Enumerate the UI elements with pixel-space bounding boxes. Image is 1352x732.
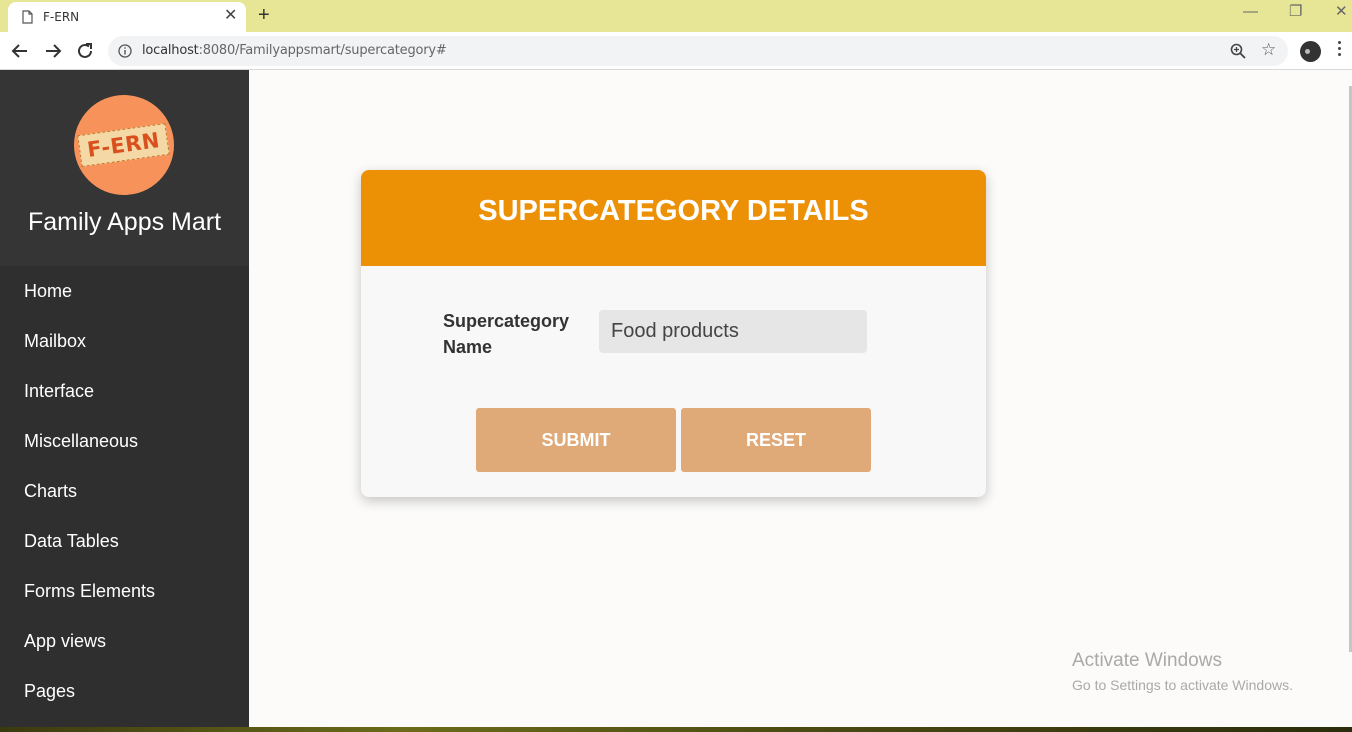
- browser-tab[interactable]: F-ERN ✕: [8, 2, 246, 32]
- reload-button[interactable]: [72, 38, 98, 64]
- forward-arrow-icon: [46, 44, 62, 58]
- tab-close-icon[interactable]: ✕: [224, 8, 237, 24]
- supercategory-form-card: SUPERCATEGORY DETAILS Supercategory Name…: [361, 170, 986, 497]
- sidebar-item-home[interactable]: Home: [0, 266, 249, 316]
- supercategory-name-input[interactable]: [599, 310, 867, 353]
- supercategory-name-label: Supercategory Name: [443, 311, 570, 357]
- url-host: localhost: [142, 43, 199, 58]
- url-path: :8080/Familyappsmart/supercategory#: [198, 43, 447, 58]
- brand-name: Family Apps Mart: [27, 208, 222, 236]
- url-text[interactable]: localhost:8080/Familyappsmart/supercateg…: [142, 43, 447, 58]
- card-header: SUPERCATEGORY DETAILS: [361, 170, 986, 266]
- back-button[interactable]: [7, 38, 33, 64]
- activate-windows-watermark: Activate Windows Go to Settings to activ…: [1072, 650, 1293, 693]
- address-bar[interactable]: localhost:8080/Familyappsmart/supercateg…: [108, 36, 1288, 66]
- sidebar-item-charts[interactable]: Charts: [0, 466, 249, 516]
- back-arrow-icon: [11, 44, 27, 58]
- sidebar-brand: F-ERN Family Apps Mart: [0, 70, 249, 266]
- watermark-title: Activate Windows: [1072, 650, 1222, 671]
- tab-strip: F-ERN ✕ + — ❐ ✕: [0, 0, 1352, 32]
- desktop-strip: [0, 727, 1352, 732]
- browser-toolbar: localhost:8080/Familyappsmart/supercateg…: [0, 32, 1352, 70]
- info-icon[interactable]: [118, 44, 132, 58]
- profile-icon[interactable]: [1300, 41, 1321, 62]
- sidebar-item-data-tables[interactable]: Data Tables: [0, 516, 249, 566]
- sidebar-item-interface[interactable]: Interface: [0, 366, 249, 416]
- logo-text: F-ERN: [86, 128, 162, 162]
- sidebar-item-miscellaneous[interactable]: Miscellaneous: [0, 416, 249, 466]
- close-window-icon[interactable]: ✕: [1335, 2, 1348, 22]
- zoom-icon[interactable]: [1230, 43, 1246, 59]
- reload-icon: [78, 43, 92, 58]
- logo[interactable]: F-ERN: [74, 95, 174, 195]
- forward-button[interactable]: [40, 38, 66, 64]
- sidebar-nav: Home Mailbox Interface Miscellaneous Cha…: [0, 266, 249, 716]
- sidebar-item-pages[interactable]: Pages: [0, 666, 249, 716]
- document-icon: [22, 10, 33, 24]
- restore-icon[interactable]: ❐: [1289, 2, 1302, 22]
- watermark-subtitle: Go to Settings to activate Windows.: [1072, 677, 1293, 693]
- minimize-icon[interactable]: —: [1243, 2, 1258, 22]
- kebab-menu-icon[interactable]: [1338, 41, 1342, 61]
- form-title: SUPERCATEGORY DETAILS: [478, 194, 869, 227]
- sidebar-item-mailbox[interactable]: Mailbox: [0, 316, 249, 366]
- logo-badge: F-ERN: [77, 122, 171, 168]
- star-icon[interactable]: ☆: [1261, 41, 1276, 59]
- sidebar-item-forms-elements[interactable]: Forms Elements: [0, 566, 249, 616]
- tab-title: F-ERN: [43, 10, 80, 24]
- submit-button[interactable]: SUBMIT: [476, 408, 676, 472]
- new-tab-button[interactable]: +: [258, 4, 270, 26]
- reset-button[interactable]: RESET: [681, 408, 871, 472]
- sidebar-item-app-views[interactable]: App views: [0, 616, 249, 666]
- sidebar: F-ERN Family Apps Mart Home Mailbox Inte…: [0, 70, 249, 727]
